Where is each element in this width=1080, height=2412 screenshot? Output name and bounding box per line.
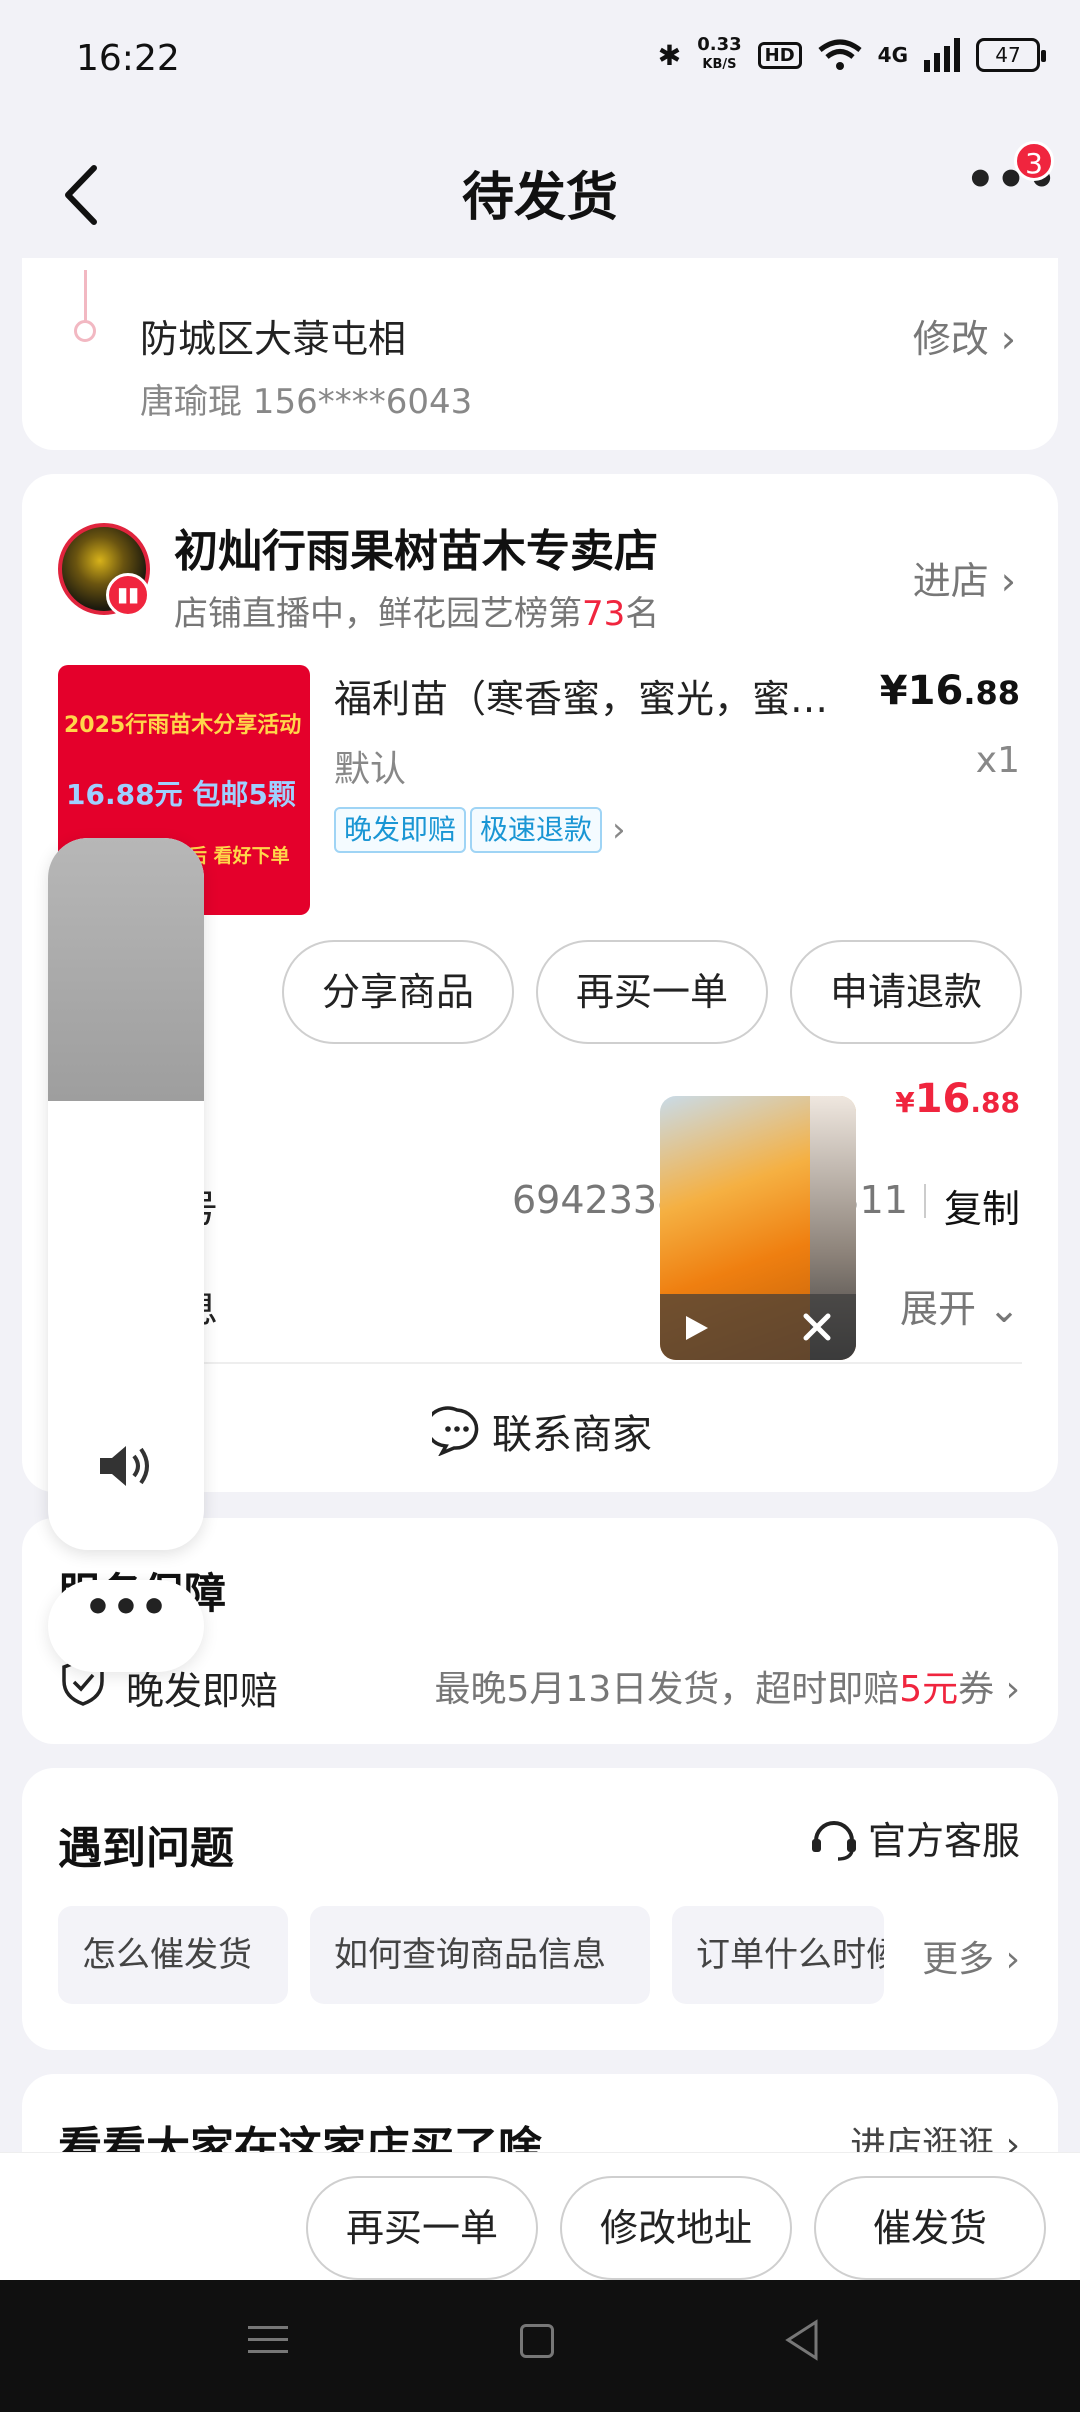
expand-button[interactable]: 展开 ⌄ (900, 1278, 1020, 1333)
wifi-icon (818, 39, 862, 70)
urge-shipping-button[interactable]: 催发货 (814, 2176, 1046, 2280)
product-image-text-2: 16.88元 包邮5颗 (66, 778, 296, 811)
menu-icon[interactable] (248, 2322, 288, 2358)
guarantee-desc[interactable]: 最晚5月13日发货，超时即赔5元券 › (435, 1660, 1020, 1712)
notification-badge: 3 (1014, 141, 1054, 181)
video-controls (660, 1294, 856, 1360)
volume-level (48, 838, 204, 1102)
play-icon[interactable] (684, 1314, 710, 1342)
request-refund-button[interactable]: 申请退款 (790, 940, 1022, 1044)
question-chip[interactable]: 订单什么时候 (672, 1906, 884, 2004)
order-total: ¥16.88 (895, 1076, 1020, 1122)
network-speed: 0.33 KB/S (697, 34, 742, 73)
network-type: 4G (877, 43, 908, 67)
divider (924, 1184, 926, 1218)
product-spec: 默认 (334, 749, 407, 790)
speaker-icon (100, 1446, 149, 1486)
product-quantity: x1 (975, 740, 1020, 781)
volume-slider[interactable] (48, 838, 204, 1550)
enter-store-link[interactable]: 进店 › (913, 550, 1016, 605)
store-live-status: 店铺直播中，鲜花园艺榜第73名 (174, 594, 660, 634)
status-icons: ✱ 0.33 KB/S HD 4G 47 (657, 34, 1046, 74)
tags-chevron-icon[interactable]: › (612, 810, 626, 850)
contact-seller-button[interactable]: 联系商家 (432, 1402, 652, 1460)
product-price: ¥16.88 (879, 668, 1020, 714)
address-dot-icon (74, 320, 96, 342)
address-contact: 唐瑜琨 156****6043 (140, 382, 473, 422)
store-name[interactable]: 初灿行雨果树苗木专卖店 (174, 515, 658, 579)
edit-address-link[interactable]: 修改 › (913, 308, 1016, 363)
bluetooth-icon: ✱ (657, 38, 682, 72)
tag-late-compensation: 晚发即赔 (334, 807, 467, 853)
live-icon: ▮▮ (106, 573, 150, 617)
copy-button[interactable]: 复制 (944, 1178, 1020, 1233)
address-timeline (84, 270, 87, 325)
floating-video-player[interactable] (660, 1096, 856, 1360)
more-questions-link[interactable]: 更多 › (922, 1930, 1020, 1982)
close-icon[interactable] (802, 1312, 832, 1342)
nav-back-icon[interactable] (782, 2318, 822, 2362)
product-image-text-1: 2025行雨苗木分享活动 (64, 713, 302, 738)
address-detail: 防城区大菉屯相 (140, 317, 407, 361)
question-chip[interactable]: 怎么催发货 (58, 1906, 288, 2004)
chat-icon (432, 1406, 479, 1456)
share-product-button[interactable]: 分享商品 (282, 940, 514, 1044)
status-time: 16:22 (76, 38, 180, 79)
question-chip[interactable]: 如何查询商品信息 (310, 1906, 650, 2004)
headset-icon (811, 1820, 856, 1861)
home-icon[interactable] (520, 2324, 554, 2358)
questions-title: 遇到问题 (58, 1823, 234, 1874)
rebuy-bottom-button[interactable]: 再买一单 (306, 2176, 538, 2280)
page-title: 待发货 (461, 168, 618, 228)
chevron-down-icon: ⌄ (988, 1287, 1020, 1331)
hd-icon: HD (757, 41, 802, 69)
rebuy-button[interactable]: 再买一单 (536, 940, 768, 1044)
official-service-link[interactable]: 官方客服 (808, 1810, 1020, 1865)
edit-address-button[interactable]: 修改地址 (560, 2176, 792, 2280)
floating-more-button[interactable]: ••• (48, 1580, 204, 1672)
battery-icon: 47 (976, 38, 1046, 72)
product-title[interactable]: 福利苗（寒香蜜，蜜光，蜜… (334, 668, 874, 723)
tag-fast-refund: 极速退款 (470, 807, 603, 853)
signal-icon (924, 38, 960, 72)
